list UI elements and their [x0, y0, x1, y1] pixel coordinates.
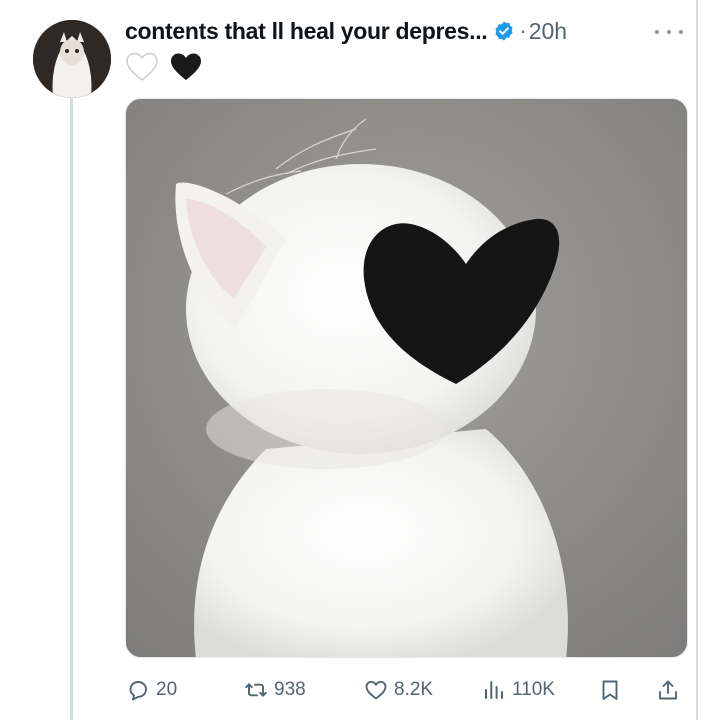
column-border — [696, 0, 698, 720]
reply-count: 20 — [156, 679, 178, 700]
bookmark-icon — [602, 680, 618, 700]
views-button[interactable]: 110K — [482, 672, 555, 708]
post-text — [125, 50, 203, 84]
repost-button[interactable]: 938 — [244, 672, 306, 708]
verified-badge-icon — [493, 20, 515, 42]
author-display-name[interactable]: contents that ll heal your depres... — [125, 18, 488, 45]
header-separator: · — [519, 18, 527, 43]
share-icon — [659, 680, 677, 700]
analytics-icon — [485, 681, 503, 699]
more-options-icon[interactable] — [655, 22, 683, 42]
post-image[interactable] — [125, 98, 688, 658]
avatar[interactable] — [33, 20, 111, 98]
action-bar: 20 938 8.2K 110K — [120, 672, 696, 708]
post-header: contents that ll heal your depres... · 2… — [125, 14, 567, 48]
views-count: 110K — [512, 679, 555, 700]
reply-icon — [129, 681, 147, 701]
heart-icon — [365, 680, 387, 700]
reply-button[interactable]: 20 — [126, 672, 177, 708]
avatar-image — [33, 20, 111, 98]
post-timestamp[interactable]: 20h — [529, 18, 567, 45]
thread-line — [70, 98, 73, 720]
white-heart-icon — [125, 52, 159, 82]
share-button[interactable] — [656, 672, 680, 708]
like-count: 8.2K — [394, 679, 434, 700]
repost-count: 938 — [274, 679, 306, 700]
bookmark-button[interactable] — [598, 672, 622, 708]
cat-photo — [126, 99, 687, 657]
black-heart-icon — [169, 52, 203, 82]
repost-icon — [245, 683, 267, 697]
like-button[interactable]: 8.2K — [364, 672, 433, 708]
